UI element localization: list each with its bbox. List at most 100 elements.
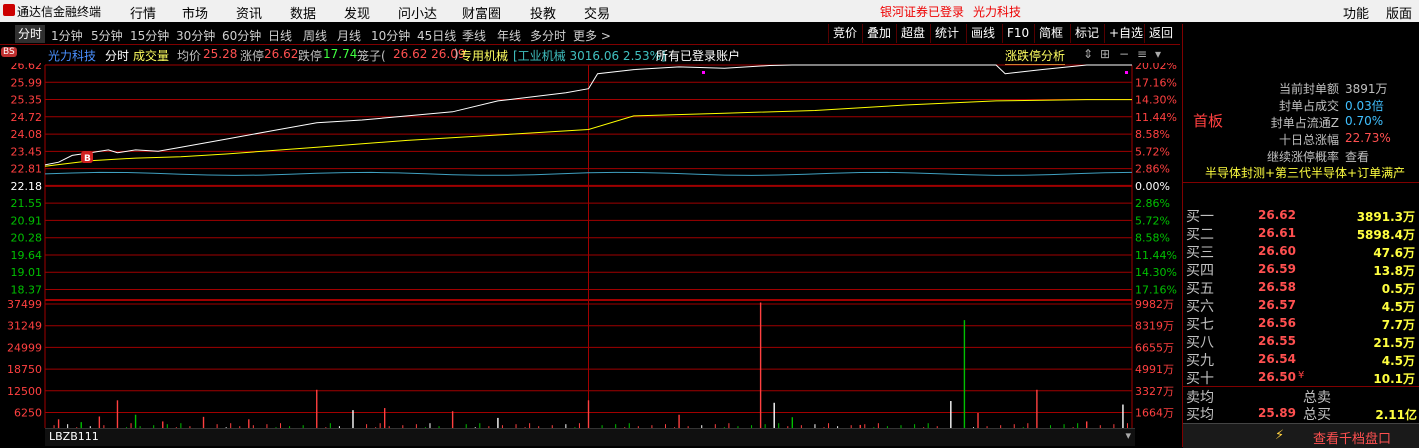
menu-shuju[interactable]: 数据 — [290, 3, 316, 22]
lightning-icon: ⚡ — [1275, 428, 1285, 443]
menu-faxian[interactable]: 发现 — [344, 3, 370, 22]
btn-stats[interactable]: 统计 — [930, 24, 963, 43]
bs-badge[interactable]: BS — [1, 47, 17, 57]
indicator-tab[interactable]: LBZB111 — [49, 430, 99, 443]
cage-label: 笼子( — [357, 49, 386, 63]
order-row[interactable]: 买二 26.61 5898.4万 — [1186, 224, 1418, 243]
tab-60min[interactable]: 60分钟 — [222, 27, 261, 44]
percent-tick-label: 8.58% — [1135, 128, 1170, 141]
btn-f10[interactable]: F10 — [1002, 24, 1033, 43]
tab-30min[interactable]: 30分钟 — [176, 27, 215, 44]
btn-draw[interactable]: 画线 — [966, 24, 999, 43]
tab-15min[interactable]: 15分钟 — [130, 27, 169, 44]
volume-amount-label: 8319万 — [1135, 320, 1174, 333]
percent-tick-label: 17.16% — [1135, 76, 1177, 89]
order-row[interactable]: 买九 26.54 4.5万 — [1186, 350, 1418, 369]
tab-quarterly[interactable]: 季线 — [462, 27, 486, 44]
menu-bar: 通达信金融终端 行情 市场 资讯 数据 发现 问小达 财富圈 投教 交易 银河证… — [0, 0, 1419, 22]
cage-close: ) — [454, 47, 459, 61]
order-level: 买五 — [1186, 281, 1214, 297]
menu-caifuquan[interactable]: 财富圈 — [462, 3, 501, 22]
volume-tick-label: 12500 — [7, 385, 42, 398]
stat-value: 0.03倍 — [1345, 99, 1384, 113]
menu-shichang[interactable]: 市场 — [182, 3, 208, 22]
volume-amount-label: 4991万 — [1135, 363, 1174, 376]
btn-back[interactable]: 返回 — [1144, 24, 1177, 43]
btn-super[interactable]: 超盘 — [896, 24, 929, 43]
view-depth-button[interactable]: ⚡ 查看千档盘口 — [1183, 423, 1419, 448]
marker-dot — [1125, 71, 1128, 74]
tab-fenshi[interactable]: 分时 — [15, 25, 46, 43]
stat-label: 封单占成交 — [1278, 99, 1339, 113]
tab-dropdown-icon[interactable]: ▾ — [1125, 429, 1131, 442]
tab-more[interactable]: 更多 > — [573, 27, 611, 44]
menu-toujiao[interactable]: 投教 — [530, 3, 556, 22]
percent-tick-label: 8.58% — [1135, 232, 1170, 245]
volume-tick-label: 18750 — [7, 363, 42, 376]
order-row[interactable]: 买八 26.55 21.5万 — [1186, 332, 1418, 351]
tab-multi-fenshi[interactable]: 多分时 — [530, 27, 566, 44]
order-row[interactable]: 买四 26.59 13.8万 — [1186, 260, 1418, 279]
order-level: 买九 — [1186, 353, 1214, 369]
tab-daily[interactable]: 日线 — [268, 27, 292, 44]
order-row[interactable]: 买一 26.62 3891.3万 — [1186, 206, 1418, 225]
menu-jiaoyi[interactable]: 交易 — [584, 3, 610, 22]
tab-weekly[interactable]: 周线 — [303, 27, 327, 44]
order-price: 26.60 — [1258, 244, 1296, 258]
minus-icon[interactable]: − — [1119, 47, 1129, 61]
sub-mode-label[interactable]: 成交量 — [133, 47, 169, 64]
sector-label[interactable]: 专用机械 — [460, 47, 508, 64]
percent-tick-label: 17.16% — [1135, 284, 1177, 297]
limit-up-value: 26.62 — [264, 47, 299, 61]
percent-tick-label: 2.86% — [1135, 163, 1170, 176]
menu-icon[interactable]: ≡ — [1137, 47, 1147, 61]
order-row[interactable]: 买七 26.56 7.7万 — [1186, 314, 1418, 333]
price-tick-label: 18.37 — [11, 284, 43, 297]
menu-hangqing[interactable]: 行情 — [130, 3, 156, 22]
btn-overlay[interactable]: 叠加 — [862, 24, 895, 43]
btn-simple-frame[interactable]: 简框 — [1034, 24, 1067, 43]
volume-tick-label: 37499 — [7, 298, 42, 311]
price-tick-label: 22.81 — [11, 163, 43, 176]
btn-mark[interactable]: 标记 — [1070, 24, 1103, 43]
order-row[interactable]: 买三 26.60 47.6万 — [1186, 242, 1418, 261]
tab-monthly[interactable]: 月线 — [337, 27, 361, 44]
yuan-mark-icon: ¥ — [1298, 370, 1305, 381]
order-volume: 0.5万 — [1381, 282, 1415, 296]
avg-price-label: 均价 — [177, 49, 202, 63]
menu-wenxiaoda[interactable]: 问小达 — [398, 3, 437, 22]
price-tick-label: 19.01 — [11, 266, 43, 279]
accounts-label[interactable]: 所有已登录账户 — [656, 47, 740, 64]
left-price-axis: 26.62 25.99 25.35 24.72 24.08 23.45 22.81 22.18… — [7, 63, 42, 420]
tab-yearly[interactable]: 年线 — [497, 27, 521, 44]
percent-tick-label: 2.86% — [1135, 197, 1170, 210]
order-volume: 4.5万 — [1381, 354, 1415, 368]
tab-1min[interactable]: 1分钟 — [51, 27, 83, 44]
btn-auction[interactable]: 竞价 — [828, 24, 861, 43]
order-row[interactable]: 买六 26.57 4.5万 — [1186, 296, 1418, 315]
order-volume: 47.6万 — [1373, 246, 1415, 260]
grid-icon[interactable]: ⊞ — [1100, 47, 1110, 61]
app-logo-icon — [3, 4, 15, 16]
total-buy-value: 2.11亿 — [1375, 408, 1417, 422]
menu-layout[interactable]: 版面 — [1386, 3, 1412, 22]
intraday-chart[interactable]: 26.62 25.99 25.35 24.72 24.08 23.45 22.81 22.18… — [0, 63, 1180, 428]
tab-10min[interactable]: 10分钟 — [371, 27, 410, 44]
order-row[interactable]: 买五 26.58 0.5万 — [1186, 278, 1418, 297]
menu-zixun[interactable]: 资讯 — [236, 3, 262, 22]
menu-function[interactable]: 功能 — [1343, 3, 1369, 22]
chart-info-bar: BS 光力科技 分时 成交量 均价 25.28 涨停 26.62 跌停 17.7… — [0, 45, 1180, 65]
dropdown-icon[interactable]: ▾ — [1155, 47, 1161, 61]
order-price: 26.57 — [1258, 298, 1296, 312]
current-stock-label: 光力科技 — [973, 5, 1022, 19]
index-text: [工业机械 3016.06 2.53%] — [513, 49, 666, 63]
order-price: 26.50 — [1258, 370, 1296, 384]
stat-link[interactable]: 查看 — [1345, 148, 1369, 165]
sort-icon[interactable]: ⇕ — [1083, 47, 1093, 61]
tab-45day[interactable]: 45日线 — [417, 27, 456, 44]
stat-value: 3891万 — [1345, 82, 1388, 96]
order-row[interactable]: 买十 26.50 ¥ 10.1万 — [1186, 368, 1418, 387]
btn-add-favorite[interactable]: +自选 — [1104, 24, 1147, 43]
login-status[interactable]: 银河证券已登录 — [880, 3, 964, 20]
tab-5min[interactable]: 5分钟 — [91, 27, 123, 44]
